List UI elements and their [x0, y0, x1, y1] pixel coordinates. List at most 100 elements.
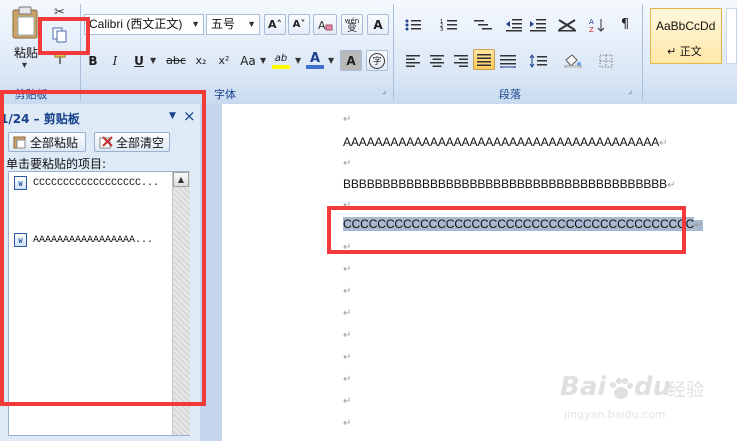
change-case-button[interactable]: Aa — [237, 50, 259, 71]
highlight-button[interactable]: ab — [268, 50, 294, 71]
scrollbar[interactable]: ▲ — [172, 172, 190, 435]
clear-all-button[interactable]: 全部清空 — [94, 132, 170, 152]
justify-button[interactable] — [473, 49, 495, 70]
group-divider — [393, 4, 394, 100]
paw-icon — [610, 378, 633, 399]
font-launcher-icon[interactable]: ⌟ — [382, 86, 386, 96]
clear-all-icon — [99, 136, 113, 149]
paste-button[interactable]: 粘贴 ▾ — [4, 4, 44, 76]
grow-font-button[interactable]: A˄ — [264, 14, 286, 35]
document-line-c-selected[interactable]: CCCCCCCCCCCCCCCCCCCCCCCCCCCCCCCCCCCCCCCC… — [343, 217, 703, 231]
chevron-down-icon[interactable]: ▼ — [295, 56, 301, 65]
sort-icon: AZ — [589, 18, 605, 33]
italic-button[interactable]: I — [106, 50, 124, 71]
align-center-button[interactable] — [426, 50, 448, 71]
copy-icon[interactable] — [52, 27, 68, 43]
group-divider — [642, 4, 643, 100]
task-pane-menu-arrow[interactable]: ▼ — [169, 111, 176, 121]
borders-button[interactable] — [594, 50, 618, 71]
distribute-icon — [500, 54, 516, 68]
task-pane-title: 1/24 – 剪贴板 — [0, 112, 80, 126]
shrink-font-button[interactable]: A˅ — [288, 14, 310, 35]
multilevel-list-icon — [474, 19, 492, 29]
sort-button[interactable]: AZ — [586, 14, 608, 35]
chevron-down-icon[interactable]: ▼ — [150, 56, 156, 65]
font-group-label: 字体 — [214, 88, 236, 101]
align-right-button[interactable] — [450, 50, 472, 71]
cut-icon[interactable]: ✂ — [54, 5, 68, 21]
list-item[interactable]: W AAAAAAAAAAAAAAAAA... — [14, 233, 153, 247]
chevron-down-icon: ▼ — [191, 19, 200, 29]
chevron-down-icon[interactable]: ▼ — [328, 56, 334, 65]
paint-bucket-icon — [564, 53, 582, 68]
chinese-layout-icon — [558, 18, 576, 31]
numbering-button[interactable]: 123 — [436, 14, 462, 35]
clipboard-item-list — [8, 171, 190, 436]
phonetic-guide-button[interactable]: wén 变 — [341, 14, 363, 35]
group-divider — [80, 4, 81, 100]
font-size-combo[interactable]: 五号 ▼ — [206, 14, 260, 35]
strikethrough-button[interactable]: abc — [163, 50, 189, 71]
style-normal-tile[interactable]: AaBbCcDd ↵ 正文 — [650, 8, 722, 64]
bullets-button[interactable] — [400, 14, 426, 35]
underline-button[interactable]: U — [130, 50, 148, 71]
svg-text:3: 3 — [440, 27, 443, 32]
paste-label: 粘贴 — [14, 46, 39, 60]
close-icon[interactable]: × — [183, 107, 196, 125]
enclose-char-button[interactable]: 字 — [366, 50, 388, 71]
align-left-icon — [406, 54, 420, 67]
clipboard-launcher-icon[interactable]: ⌟ — [70, 86, 74, 96]
font-name-combo[interactable]: Calibri (西文正文) ▼ — [84, 14, 204, 35]
svg-text:A: A — [318, 19, 326, 32]
decrease-indent-button[interactable] — [504, 14, 524, 35]
superscript-button[interactable]: x² — [214, 50, 234, 71]
paragraph-mark: ↵ — [343, 352, 352, 363]
line-spacing-icon — [529, 53, 547, 68]
bullets-icon — [405, 19, 421, 30]
show-marks-button[interactable]: ¶ — [614, 14, 636, 35]
align-right-icon — [454, 54, 468, 67]
format-painter-icon[interactable] — [53, 50, 67, 64]
paragraph-launcher-icon[interactable]: ⌟ — [628, 86, 632, 96]
list-item[interactable]: W CCCCCCCCCCCCCCCCCC... — [14, 176, 159, 190]
paragraph-mark: ↵ — [343, 308, 352, 319]
chinese-layout-button[interactable] — [554, 14, 580, 35]
paragraph-mark: ↵ — [343, 374, 352, 385]
chevron-down-icon[interactable]: ▼ — [260, 56, 266, 65]
distribute-button[interactable] — [497, 50, 519, 71]
increase-indent-button[interactable] — [528, 14, 548, 35]
document-line-b[interactable]: BBBBBBBBBBBBBBBBBBBBBBBBBBBBBBBBBBBBBBBB… — [343, 177, 675, 191]
paste-all-button[interactable]: 全部粘贴 — [8, 132, 86, 152]
bold-button[interactable]: B — [84, 50, 102, 71]
char-border-button[interactable]: A — [367, 14, 389, 35]
align-left-button[interactable] — [402, 50, 424, 71]
paragraph-mark: ↵ — [343, 418, 352, 429]
style-next-tile[interactable] — [726, 8, 737, 64]
line-spacing-button[interactable] — [526, 50, 554, 71]
paragraph-mark: ↵ — [343, 286, 352, 297]
increase-indent-icon — [530, 18, 546, 31]
paragraph-mark: ↵ — [343, 158, 352, 169]
paragraph-mark: ↵ — [343, 330, 352, 341]
clear-format-button[interactable]: A — [313, 14, 337, 35]
clipboard-group-label: 剪贴板 — [14, 88, 48, 101]
style-name-label: ↵ 正文 — [667, 45, 702, 58]
subscript-button[interactable]: x₂ — [191, 50, 211, 71]
font-color-swatch — [306, 65, 324, 69]
shading-button[interactable] — [560, 50, 586, 71]
baidu-watermark: Bai du 经验 jingyan.baidu.com — [560, 372, 704, 421]
paste-all-icon — [13, 136, 26, 149]
paragraph-group-label: 段落 — [499, 88, 521, 101]
scroll-up-button[interactable]: ▲ — [173, 172, 189, 187]
highlight-color-swatch — [272, 64, 290, 69]
svg-text:Z: Z — [589, 26, 594, 33]
paragraph-mark: ↵ — [343, 242, 352, 253]
justify-icon — [477, 53, 491, 66]
paste-dropdown-arrow[interactable]: ▾ — [22, 60, 27, 71]
document-line-a[interactable]: AAAAAAAAAAAAAAAAAAAAAAAAAAAAAAAAAAAAAAAA… — [343, 135, 668, 149]
char-shading-button[interactable]: A — [340, 50, 362, 71]
style-sample-text: AaBbCcDd — [656, 19, 716, 33]
numbering-icon: 123 — [440, 19, 457, 32]
font-color-button[interactable]: A — [303, 50, 327, 71]
multilevel-list-button[interactable] — [470, 14, 496, 35]
